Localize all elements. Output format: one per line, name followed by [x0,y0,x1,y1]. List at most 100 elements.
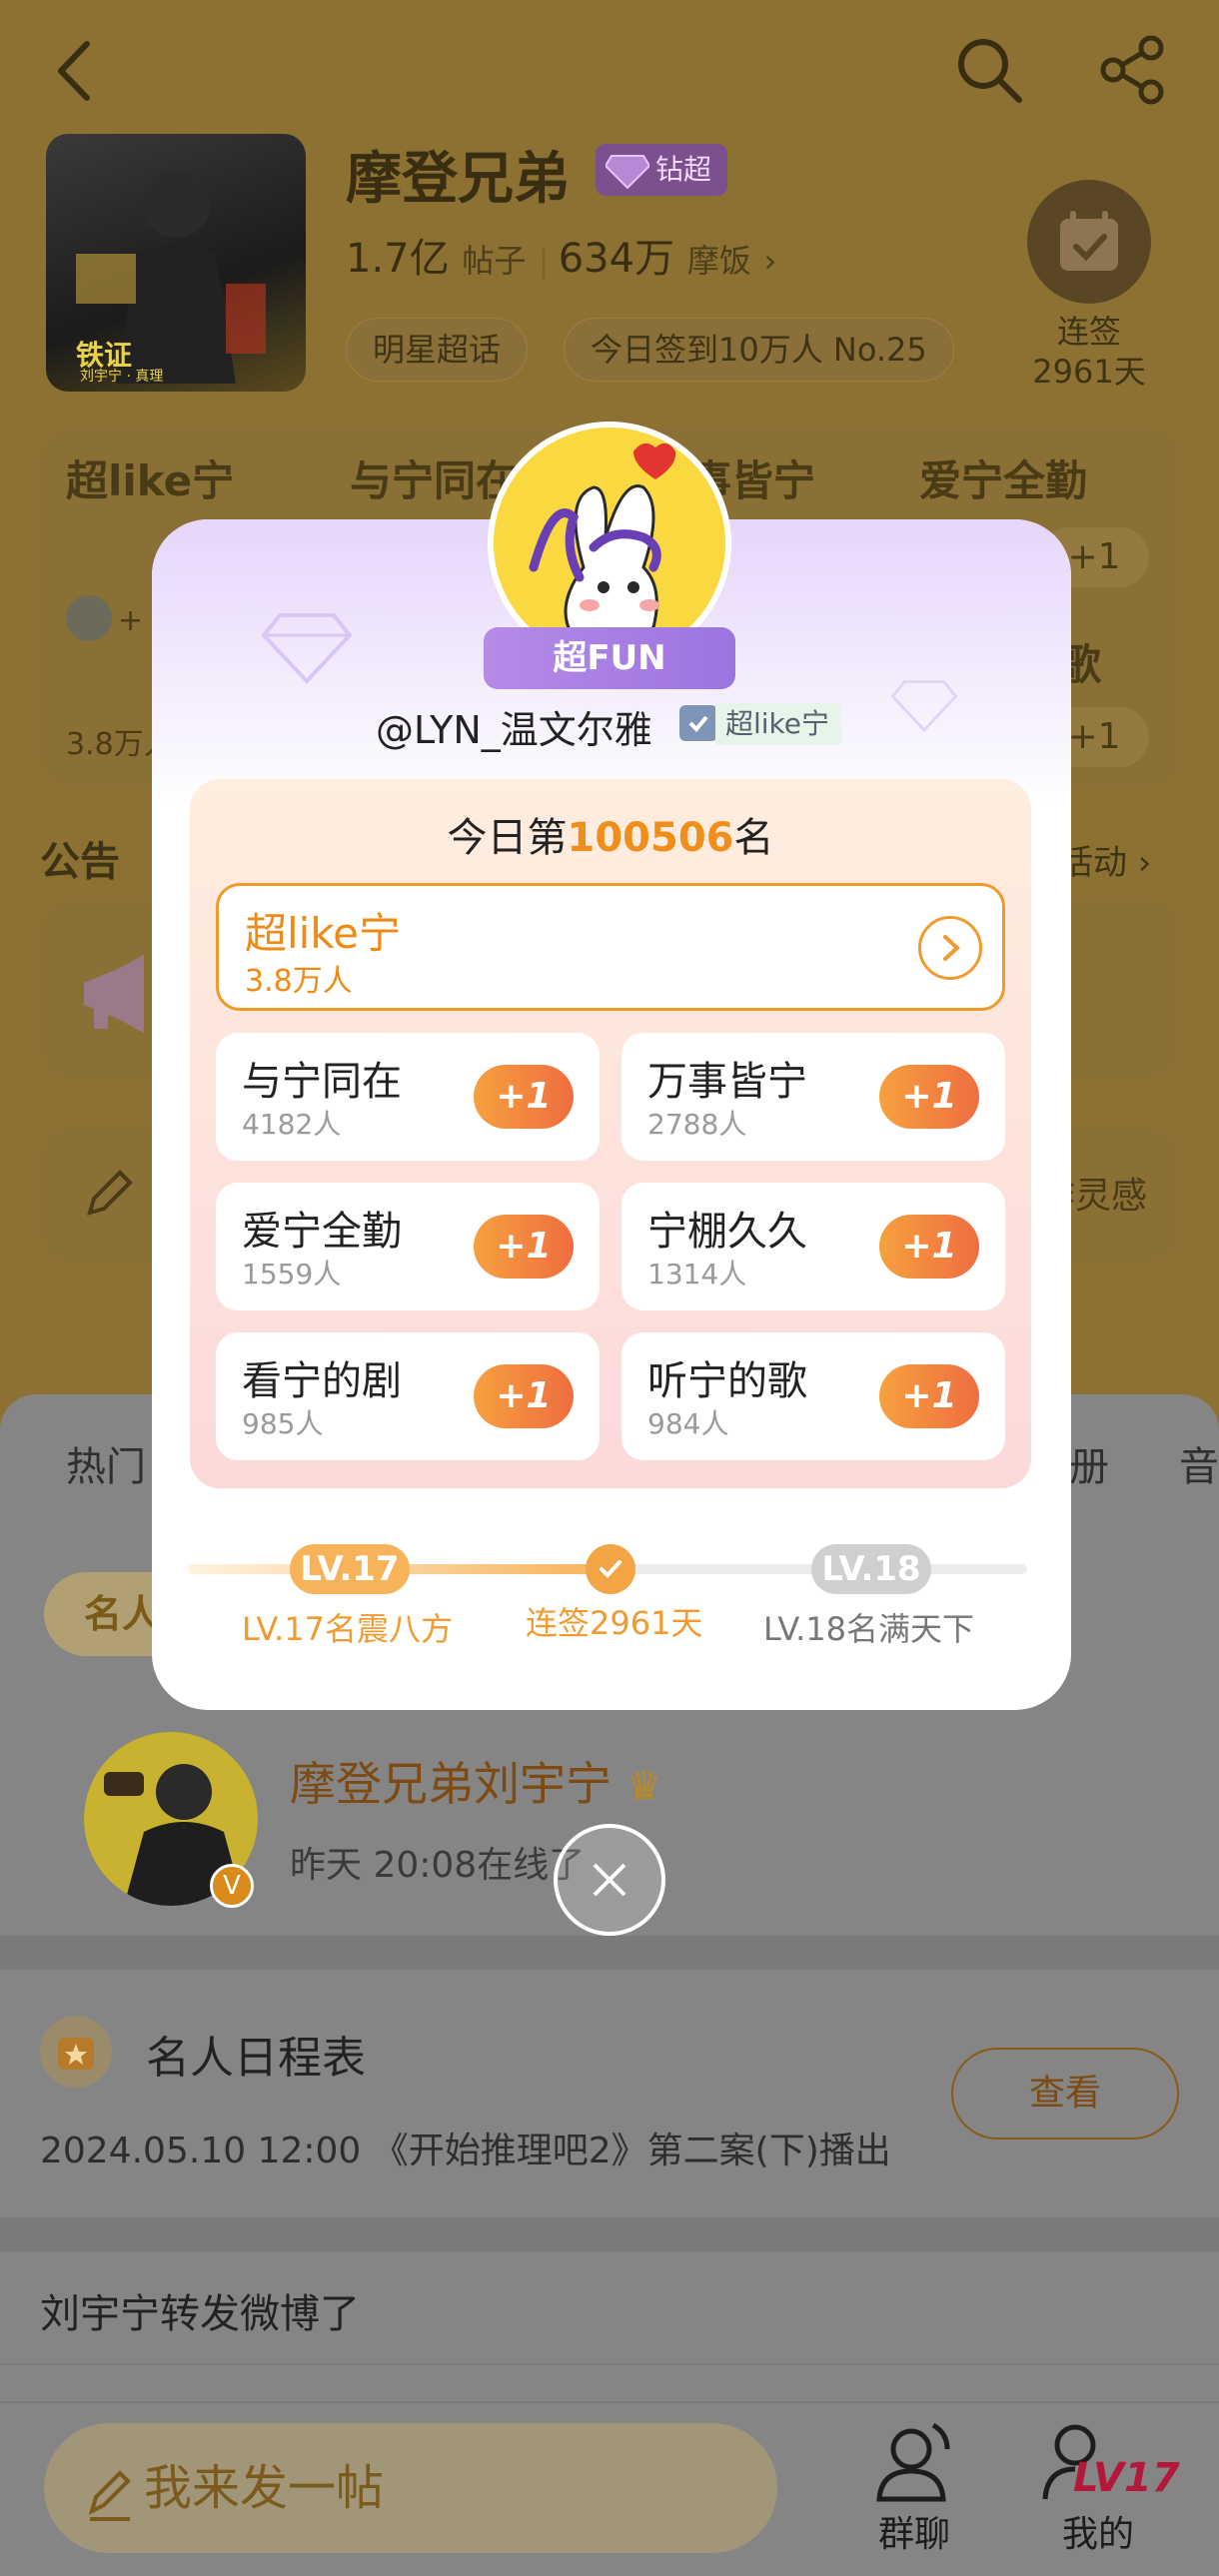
rank-item: 听宁的歌 984人 +1 [621,1332,1005,1460]
pen-icon [84,2423,134,2576]
cover-subtitle: 刘宇宁 · 真理 [80,369,164,385]
posts-label: 帖子 [462,242,527,280]
divider [0,2217,1219,2251]
topic-title: 摩登兄弟 [346,147,570,212]
signin-streak: 连签 2961天 [1009,312,1169,392]
notice-title: 公告 [40,839,120,885]
topic-cover-image: 铁证 刘宇宁 · 真理 [46,134,306,392]
schedule-detail: 2024.05.10 12:00 《开始推理吧2》第二案(下)播出 [40,2131,891,2171]
signin-button[interactable] [1027,180,1151,304]
rank-item-count: 985人 [242,1407,324,1440]
rank-item-title: 听宁的歌 [647,1358,807,1404]
bg-rank-col2: 与宁同在 [350,456,519,505]
view-button[interactable]: 查看 [951,2048,1179,2140]
next-level-chip: LV.18 [811,1544,931,1594]
plus-one-button[interactable]: +1 [474,1065,574,1129]
main-rank-title: 超like宁 [245,909,402,958]
divider [0,1936,1219,1970]
celebrity-name-text: 摩登兄弟刘宇宁 [290,1757,611,1811]
plus-one-button[interactable]: +1 [879,1364,979,1428]
diamond-decor-icon [890,677,958,737]
chevron-right-icon: › [763,242,777,280]
star-topic-tag[interactable]: 明星超话 [346,318,529,382]
today-rank-number: 100506 [567,815,734,861]
plus-one-button[interactable]: +1 [879,1065,979,1129]
rank-item-title: 爱宁全勤 [242,1209,402,1255]
mine-label: 我的 [1061,2514,1134,2555]
signin-dialog: 今日第100506名 超like宁 3.8万人 与宁同在 4182人 +1 万事… [152,519,1071,1710]
topic-stats: 1.7亿 帖子 | 634万 摩饭 › [346,236,777,282]
celebrity-online-status: 昨天 20:08在线了 [290,1845,586,1886]
diamond-decor-icon [261,609,353,689]
post-input[interactable]: 我来发一帖 [44,2423,777,2553]
calendar-check-icon [1060,211,1118,271]
chevron-right-icon[interactable] [918,916,982,980]
crown-icon: ♛ [625,1764,662,1810]
diamond-badge-label: 钻超 [655,153,712,186]
diamond-icon [604,150,651,207]
plus-one-button[interactable]: +1 [879,1215,979,1279]
level-badge: LV17 [1073,2455,1180,2501]
user-tag: 超like宁 [715,703,842,745]
posts-count: 1.7亿 [346,236,450,282]
schedule-title: 名人日程表 [146,2033,366,2084]
share-icon[interactable] [1093,30,1173,110]
group-chat-icon [859,2415,969,2505]
close-dialog-button[interactable] [554,1824,665,1936]
signin-rank-tag[interactable]: 今日签到10万人 No.25 [564,318,954,382]
main-rank-count: 3.8万人 [245,964,353,999]
mine-button[interactable]: LV17 我的 [1033,2415,1180,2557]
streak-label: 连签2961天 [526,1604,703,1642]
divider [0,2363,1219,2365]
chevron-right-icon: › [1127,843,1152,883]
repost-text[interactable]: 刘宇宁转发微博了 [40,2281,360,2339]
plus-one-button[interactable]: +1 [474,1215,574,1279]
close-icon [593,1863,626,1897]
pen-icon [80,1163,140,1227]
rank-item-count: 1314人 [647,1258,747,1290]
tab-hot[interactable]: 热门 [66,1434,146,1492]
avatar [66,595,112,641]
bg-rank-col1: 超like宁 [66,456,235,505]
group-chat-button[interactable]: 群聊 [859,2415,969,2557]
rank-item-count: 1559人 [242,1258,342,1290]
group-chat-label: 群聊 [877,2514,950,2555]
plus-one-button[interactable]: +1 [474,1364,574,1428]
main-rank-card[interactable]: 超like宁 3.8万人 [216,883,1005,1011]
post-input-placeholder: 我来发一帖 [144,2460,385,2516]
tab-album[interactable]: 册 [1069,1434,1109,1492]
fun-badge: 超FUN [484,627,735,689]
fans-count: 634万 [558,236,675,282]
dialog-username: @LYN_温文尔雅 [376,708,652,752]
rank-item-title: 与宁同在 [242,1059,402,1105]
rank-item-count: 984人 [647,1407,729,1440]
tab-music[interactable]: 音 [1179,1434,1219,1492]
calendar-star-icon [40,2016,112,2088]
rank-item: 宁棚久久 1314人 +1 [621,1183,1005,1310]
rank-item-title: 万事皆宁 [647,1059,807,1105]
celebrity-name[interactable]: 摩登兄弟刘宇宁 ♛ [290,1748,661,1814]
back-icon[interactable] [40,36,110,106]
rank-item-count: 4182人 [242,1108,342,1141]
today-rank-suffix: 名 [733,815,774,861]
rank-item: 与宁同在 4182人 +1 [216,1033,600,1161]
rank-item: 看宁的剧 985人 +1 [216,1332,600,1460]
rank-item-title: 宁棚久久 [647,1209,807,1255]
diamond-super-badge[interactable]: 钻超 [596,144,728,196]
profile-icon: LV17 [1033,2415,1180,2505]
rank-item: 爱宁全勤 1559人 +1 [216,1183,600,1310]
search-icon[interactable] [949,30,1029,110]
today-rank: 今日第100506名 [190,805,1031,863]
signin-days: 2961天 [1032,353,1146,391]
rank-item-count: 2788人 [647,1108,747,1141]
notice-activity-link[interactable]: 活动 › [1059,835,1151,884]
calendar-check-icon [679,705,717,741]
fans-label[interactable]: 摩饭 [687,242,751,280]
rank-item: 万事皆宁 2788人 +1 [621,1033,1005,1161]
rank-box: 今日第100506名 超like宁 3.8万人 与宁同在 4182人 +1 万事… [190,779,1031,1488]
checkmark-icon [586,1544,635,1594]
signin-label: 连签 [1056,313,1121,351]
current-level-chip: LV.17 [290,1544,410,1594]
next-level-label: LV.18名满天下 [763,1610,974,1648]
rank-item-title: 看宁的剧 [242,1358,402,1404]
